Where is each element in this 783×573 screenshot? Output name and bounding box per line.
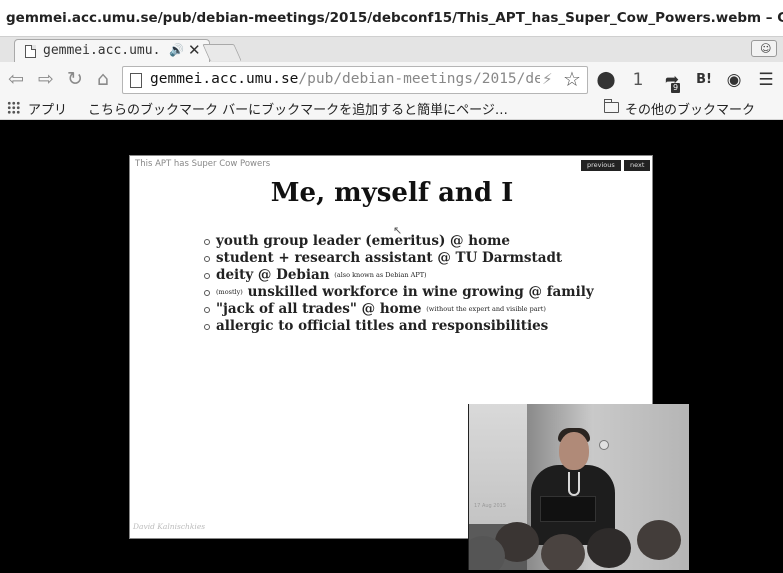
extension-shield-icon[interactable]: ⬤ (594, 69, 618, 91)
globe-icon[interactable]: ◉ (722, 69, 746, 91)
speaker-lanyard (568, 472, 580, 496)
slide-bullet: allergic to official titles and responsi… (203, 318, 594, 335)
url-path: /pub/debian-meetings/2015/debcon (298, 71, 540, 87)
slide-previous-button: previous (581, 160, 621, 171)
slide-bullet: deity @ Debian (also known as Debian APT… (203, 267, 594, 284)
back-arrow-icon: ⇦ (8, 68, 24, 90)
audience-head (541, 534, 585, 570)
hatena-bookmark-button[interactable]: B! (692, 69, 716, 91)
microphone-icon (599, 440, 609, 450)
other-bookmarks[interactable]: その他のブックマーク (625, 99, 755, 118)
laptop (540, 496, 596, 522)
slide-bullet: (mostly) unskilled workforce in wine gro… (203, 284, 594, 301)
home-icon: ⌂ (96, 68, 110, 90)
tab-video[interactable]: gemmei.acc.umu. 🔊 ✕ (14, 39, 210, 63)
address-bar[interactable]: gemmei.acc.umu.se/pub/debian-meetings/20… (122, 66, 588, 94)
slide-title: Me, myself and I (270, 178, 514, 208)
tab-strip: gemmei.acc.umu. 🔊 ✕ ☺ (0, 36, 783, 63)
speaker-head (559, 432, 589, 470)
page-icon (25, 45, 36, 58)
camera-date: 17 Aug 2015 (474, 503, 507, 509)
tab-title: gemmei.acc.umu. (43, 43, 161, 58)
user-icon: ☺ (760, 42, 772, 55)
reload-button[interactable]: ↻ (63, 67, 87, 91)
bookmarks-hint[interactable]: こちらのブックマーク バーにブックマークを追加すると簡単にページ… (88, 99, 508, 118)
url-text[interactable]: gemmei.acc.umu.se/pub/debian-meetings/20… (150, 71, 540, 87)
back-button[interactable]: ⇦ (4, 67, 28, 91)
speaker-icon[interactable]: 🔊 (169, 43, 184, 57)
slide-bullet-list: youth group leader (emeritus) @ home stu… (203, 233, 594, 335)
slide-bullet: "jack of all trades" @ home (without the… (203, 301, 594, 318)
video-player[interactable]: This APT has Super Cow Powers previous n… (0, 121, 783, 573)
profile-button[interactable]: ☺ (751, 40, 777, 57)
slide-next-button: next (624, 160, 651, 171)
menu-icon[interactable]: ☰ (754, 69, 778, 91)
toolbar: ⇦ ⇨ ↻ ⌂ gemmei.acc.umu.se/pub/debian-mee… (0, 62, 783, 96)
bookmark-star-icon[interactable]: ☆ (563, 67, 581, 91)
speaker-camera-inset: 17 Aug 2015 (468, 404, 689, 570)
slide-bullet: youth group leader (emeritus) @ home (203, 233, 594, 250)
forward-button[interactable]: ⇨ (34, 67, 58, 91)
close-icon[interactable]: ✕ (188, 41, 201, 59)
apps-grid-icon[interactable] (7, 101, 20, 114)
bookmark-apps[interactable]: アプリ (28, 99, 67, 118)
reload-icon: ↻ (67, 68, 83, 90)
slide-bullet: student + research assistant @ TU Darmst… (203, 250, 594, 267)
folder-icon (604, 99, 619, 113)
page-icon (130, 73, 142, 88)
bookmarks-bar: アプリ こちらのブックマーク バーにブックマークを追加すると簡単にページ… その… (0, 96, 783, 120)
home-button[interactable]: ⌂ (91, 67, 115, 91)
new-tab-button[interactable] (202, 44, 242, 61)
audience-head (637, 520, 681, 560)
window-title: gemmei.acc.umu.se/pub/debian-meetings/20… (0, 0, 783, 36)
extension-counter[interactable]: 1 (626, 69, 650, 91)
audience-head (587, 528, 631, 568)
lightning-icon[interactable]: ⚡ (542, 70, 553, 88)
extension-badge: 9 (671, 83, 681, 93)
slide-header: This APT has Super Cow Powers (135, 159, 271, 169)
url-host: gemmei.acc.umu.se (150, 71, 299, 87)
forward-arrow-icon: ⇨ (38, 68, 54, 90)
slide-footer: David Kalnischkies (133, 522, 206, 531)
